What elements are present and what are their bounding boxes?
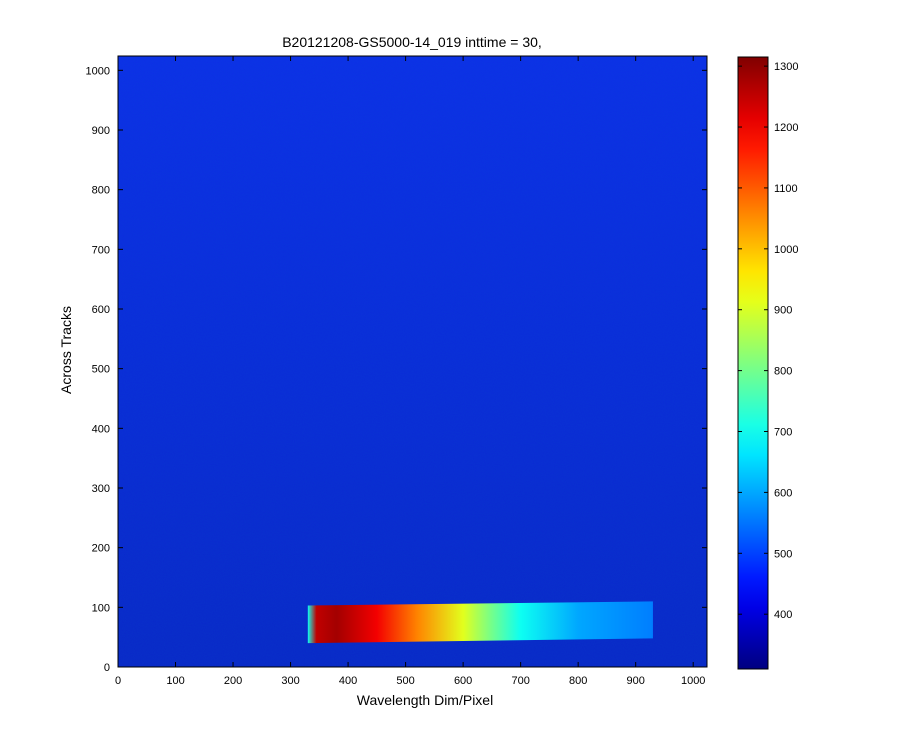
x-tick-label: 800 <box>569 675 587 687</box>
y-tick-label: 700 <box>92 244 110 256</box>
x-tick-label: 500 <box>396 675 414 687</box>
y-axis-label: Across Tracks <box>58 306 74 394</box>
y-tick-label: 100 <box>92 602 110 614</box>
x-tick-label: 0 <box>115 675 121 687</box>
y-tick-label: 500 <box>92 364 110 376</box>
x-tick-label: 900 <box>626 675 644 687</box>
x-tick-label: 400 <box>339 675 357 687</box>
x-tick-label: 200 <box>224 675 242 687</box>
colorbar-tick-label: 1200 <box>774 122 798 134</box>
y-tick-label: 900 <box>92 125 110 137</box>
colorbar-tick-label: 1100 <box>774 183 798 195</box>
y-tick-label: 400 <box>92 423 110 435</box>
colorbar-tick-label: 700 <box>774 427 792 439</box>
x-tick-label: 1000 <box>681 675 705 687</box>
colorbar-tick-label: 900 <box>774 305 792 317</box>
x-tick-label: 600 <box>454 675 472 687</box>
chart: B20121208-GS5000-14_019 inttime = 30, 0 1… <box>58 34 798 708</box>
x-axis-label: Wavelength Dim/Pixel <box>357 692 493 708</box>
colorbar-tick-label: 400 <box>774 609 792 621</box>
y-tick-label: 200 <box>92 543 110 555</box>
x-tick-label: 700 <box>511 675 529 687</box>
colorbar-tick-label: 600 <box>774 487 792 499</box>
plot-area <box>117 55 708 668</box>
y-tick-label: 0 <box>104 662 110 674</box>
colorbar: 400 500 600 700 800 900 1000 1100 1200 1300 <box>737 56 798 670</box>
y-tick-label: 300 <box>92 483 110 495</box>
chart-title: B20121208-GS5000-14_019 inttime = 30, <box>282 34 542 50</box>
y-tick-label: 1000 <box>86 65 110 77</box>
colorbar-tick-label: 500 <box>774 548 792 560</box>
signal-band <box>307 601 653 644</box>
colorbar-tick-label: 800 <box>774 366 792 378</box>
colorbar-fill <box>738 57 768 669</box>
y-tick-label: 800 <box>92 185 110 197</box>
heatmap-noise <box>118 56 707 667</box>
x-tick-label: 100 <box>166 675 184 687</box>
x-tick-label: 300 <box>281 675 299 687</box>
colorbar-tick-label: 1000 <box>774 244 798 256</box>
y-tick-label: 600 <box>92 304 110 316</box>
colorbar-tick-label: 1300 <box>774 61 798 73</box>
